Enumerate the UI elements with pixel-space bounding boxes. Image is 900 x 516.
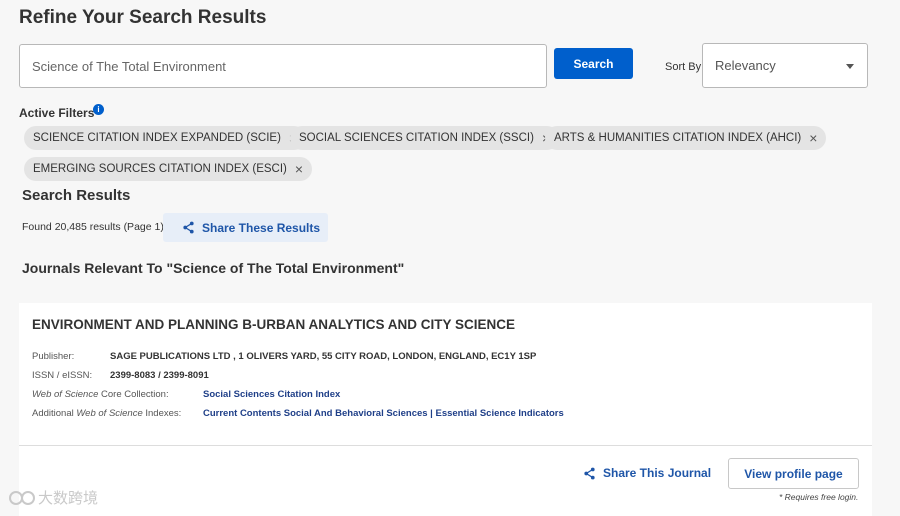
results-count: Found 20,485 results (Page 1) — [22, 221, 164, 233]
sort-selected-value: Relevancy — [715, 58, 776, 73]
watermark-text: 大数跨境 — [38, 490, 99, 507]
search-input[interactable] — [19, 44, 547, 88]
journal-title: ENVIRONMENT AND PLANNING B-URBAN ANALYTI… — [32, 317, 516, 332]
additional-indexes-label: Additional Web of Science Indexes: — [32, 408, 182, 419]
search-results-heading: Search Results — [22, 187, 131, 204]
filter-chip-label: SOCIAL SCIENCES CITATION INDEX (SSCI) — [299, 132, 534, 144]
share-journal-label: Share This Journal — [603, 466, 712, 480]
filter-chip-label: ARTS & HUMANITIES CITATION INDEX (AHCI) — [554, 132, 802, 144]
watermark-logo-icon — [9, 490, 35, 505]
watermark: 大数跨境 — [8, 487, 98, 508]
publisher-value: SAGE PUBLICATIONS LTD , 1 OLIVERS YARD, … — [110, 351, 537, 362]
close-icon[interactable]: × — [295, 162, 303, 176]
publisher-label: Publisher: — [32, 351, 75, 362]
core-collection-label: Web of Science Core Collection: — [32, 389, 169, 400]
share-icon — [584, 467, 595, 479]
close-icon[interactable]: × — [809, 131, 817, 145]
sort-select[interactable]: Relevancy — [702, 43, 868, 88]
card-divider — [19, 445, 872, 446]
chevron-down-icon — [846, 64, 854, 69]
journal-card: ENVIRONMENT AND PLANNING B-URBAN ANALYTI… — [19, 303, 872, 516]
filter-chip-esci: EMERGING SOURCES CITATION INDEX (ESCI) × — [24, 157, 313, 181]
issn-label: ISSN / eISSN: — [32, 370, 93, 381]
share-journal-button[interactable]: Share This Journal — [583, 466, 711, 480]
login-note: * Requires free login. — [779, 492, 859, 502]
sort-label: Sort By: — [665, 61, 705, 73]
filter-chip-ahci: ARTS & HUMANITIES CITATION INDEX (AHCI) … — [545, 126, 827, 150]
issn-value: 2399-8083 / 2399-8091 — [110, 370, 209, 381]
filter-chip-label: SCIENCE CITATION INDEX EXPANDED (SCIE) — [33, 132, 281, 144]
search-button[interactable]: Search — [554, 48, 633, 79]
info-icon[interactable]: i — [93, 104, 104, 115]
core-collection-value[interactable]: Social Sciences Citation Index — [203, 389, 340, 400]
share-icon — [183, 221, 194, 234]
page-title: Refine Your Search Results — [19, 7, 267, 28]
journals-heading: Journals Relevant To "Science of The Tot… — [22, 260, 405, 276]
active-filters-label: Active Filters — [19, 106, 95, 120]
filter-chip-ssci: SOCIAL SCIENCES CITATION INDEX (SSCI) × — [290, 126, 560, 150]
share-results-label: Share These Results — [202, 220, 321, 235]
view-profile-button[interactable]: View profile page — [728, 458, 859, 489]
filter-chip-label: EMERGING SOURCES CITATION INDEX (ESCI) — [33, 163, 287, 175]
share-results-button[interactable]: Share These Results — [163, 213, 328, 242]
additional-indexes-value[interactable]: Current Contents Social And Behavioral S… — [203, 408, 564, 419]
filter-chip-scie: SCIENCE CITATION INDEX EXPANDED (SCIE) × — [24, 126, 307, 150]
